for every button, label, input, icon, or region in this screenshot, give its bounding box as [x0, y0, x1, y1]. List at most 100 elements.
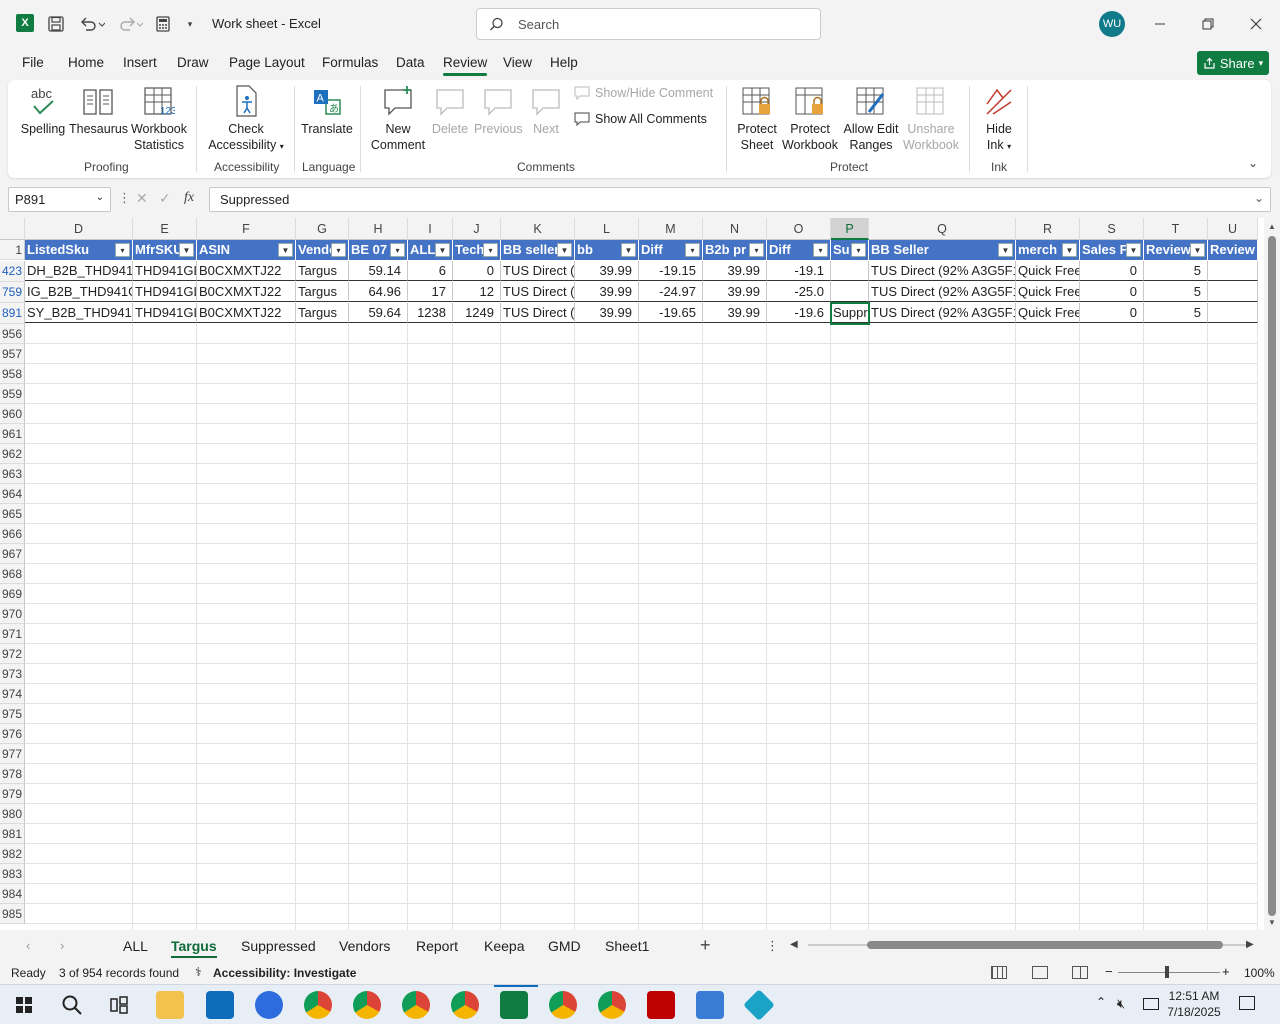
table-cell[interactable]: Quick Free — [1016, 261, 1080, 281]
table-cell[interactable]: 12 — [453, 282, 501, 302]
zoom-app-icon[interactable] — [255, 991, 283, 1019]
table-cell[interactable]: TUS Direct (92% A3G5F1 — [869, 261, 1016, 281]
worksheet-grid[interactable]: D E F G H I J K L M N O P Q R S T U 1 ListedSku ▾ MfrSKU ▼ ASIN… — [0, 218, 1264, 930]
windows-start-icon[interactable] — [16, 997, 32, 1013]
row-header-759[interactable]: 759 — [0, 282, 25, 303]
volume-muted-icon[interactable]: 🔇︎ — [1117, 996, 1125, 1012]
column-header-o[interactable]: O — [767, 218, 831, 240]
row-header-969[interactable]: 969 — [0, 584, 25, 604]
column-header-g[interactable]: G — [296, 218, 349, 240]
add-sheet-icon[interactable]: + — [700, 935, 711, 956]
more-sheets-icon[interactable]: ⋮ — [766, 938, 779, 954]
row-header-957[interactable]: 957 — [0, 344, 25, 364]
table-header-cell[interactable]: Vendor ▾ — [296, 240, 349, 260]
table-cell[interactable]: 1238 — [408, 303, 453, 323]
column-header-j[interactable]: J — [453, 218, 501, 240]
menu-help[interactable]: Help — [550, 55, 578, 70]
menu-draw[interactable]: Draw — [177, 55, 209, 70]
table-header-cell[interactable]: Su ▾ — [831, 240, 869, 260]
scroll-left-icon[interactable]: ◀ — [790, 939, 798, 950]
filter-applied-icon[interactable]: ▼ — [435, 243, 450, 257]
name-box[interactable]: P891 ⌄ — [8, 187, 111, 212]
save-icon[interactable] — [46, 14, 66, 34]
table-cell[interactable]: Targus — [296, 261, 349, 281]
protect-sheet-button[interactable]: Protect Sheet — [732, 84, 782, 153]
row-header-979[interactable]: 979 — [0, 784, 25, 804]
notifications-icon[interactable] — [1239, 996, 1255, 1010]
filter-dropdown-icon[interactable]: ▾ — [813, 243, 828, 257]
formula-input[interactable]: Suppressed ⌄ — [209, 187, 1271, 212]
table-cell[interactable]: 39.99 — [575, 303, 639, 323]
chrome-icon[interactable] — [451, 991, 479, 1019]
table-header-cell[interactable]: Diff ▾ — [767, 240, 831, 260]
restore-icon[interactable] — [1196, 12, 1220, 36]
filezilla-icon[interactable] — [647, 991, 675, 1019]
table-cell[interactable] — [831, 282, 869, 302]
column-header-u[interactable]: U — [1208, 218, 1258, 240]
column-header-q[interactable]: Q — [869, 218, 1016, 240]
menu-file[interactable]: File — [22, 55, 44, 70]
clock[interactable]: 12:51 AM 7/18/2025 — [1166, 988, 1222, 1020]
undo-icon[interactable] — [76, 14, 108, 34]
search-box[interactable]: Search — [476, 8, 821, 40]
chrome-icon[interactable] — [304, 991, 332, 1019]
table-cell[interactable]: 39.99 — [575, 282, 639, 302]
expand-formula-icon[interactable]: ⌄ — [1254, 191, 1264, 205]
table-cell[interactable]: -19.6 — [767, 303, 831, 323]
allow-edit-ranges-button[interactable]: Allow Edit Ranges — [840, 84, 902, 153]
column-header-p[interactable]: P — [831, 218, 869, 240]
column-header-l[interactable]: L — [575, 218, 639, 240]
table-header-cell[interactable]: ASIN ▼ — [197, 240, 296, 260]
table-cell[interactable]: B0CXMXTJ22 — [197, 261, 296, 281]
zoom-slider-track[interactable] — [1118, 972, 1220, 973]
thesaurus-button[interactable]: Thesaurus — [69, 84, 128, 137]
scroll-down-icon[interactable]: ▼ — [1268, 918, 1276, 927]
outlook-icon[interactable] — [206, 991, 234, 1019]
excel-taskbar-icon[interactable] — [500, 991, 528, 1019]
table-cell[interactable]: 5 — [1144, 303, 1208, 323]
table-cell[interactable]: THD941GL — [133, 261, 197, 281]
cancel-icon[interactable]: ✕ — [136, 190, 148, 207]
network-icon[interactable] — [1143, 998, 1159, 1010]
filter-dropdown-icon[interactable]: ▾ — [483, 243, 498, 257]
chrome-icon[interactable] — [549, 991, 577, 1019]
unshare-workbook-button[interactable]: Unshare Workbook — [900, 84, 962, 153]
select-all-corner[interactable] — [0, 218, 25, 240]
table-cell[interactable]: 39.99 — [575, 261, 639, 281]
table-cell[interactable]: 59.64 — [349, 303, 408, 323]
filter-dropdown-icon[interactable]: ▾ — [390, 243, 405, 257]
prev-sheet-icon[interactable]: ‹ — [26, 938, 30, 953]
filter-dropdown-icon[interactable]: ▾ — [851, 243, 866, 257]
row-header-971[interactable]: 971 — [0, 624, 25, 644]
insert-function-button[interactable]: fx — [184, 190, 194, 206]
table-cell[interactable]: TUS Direct ( — [501, 261, 575, 281]
row-header-978[interactable]: 978 — [0, 764, 25, 784]
spelling-button[interactable]: abc Spelling — [18, 84, 68, 137]
table-header-cell[interactable]: merch ▼ — [1016, 240, 1080, 260]
redo-icon[interactable] — [114, 14, 146, 34]
check-accessibility-button[interactable]: Check Accessibility ▾ — [202, 84, 290, 155]
column-header-h[interactable]: H — [349, 218, 408, 240]
filter-applied-icon[interactable]: ▼ — [1126, 243, 1141, 257]
table-header-cell[interactable]: ALL ▼ — [408, 240, 453, 260]
sheet-tab-vendors[interactable]: Vendors — [339, 938, 390, 954]
table-cell[interactable]: 0 — [453, 261, 501, 281]
calculator-icon[interactable] — [154, 14, 172, 34]
table-cell[interactable]: -19.15 — [639, 261, 703, 281]
scroll-right-icon[interactable]: ▶ — [1246, 939, 1254, 950]
table-cell[interactable]: Quick Free — [1016, 303, 1080, 323]
minimize-icon[interactable] — [1148, 12, 1172, 36]
tray-chevron-icon[interactable]: ⌃ — [1096, 995, 1106, 1009]
table-cell[interactable]: THD941GL — [133, 303, 197, 323]
table-header-cell[interactable]: Diff ▾ — [639, 240, 703, 260]
column-header-d[interactable]: D — [25, 218, 133, 240]
row-header-959[interactable]: 959 — [0, 384, 25, 404]
menu-home[interactable]: Home — [68, 55, 104, 70]
filter-applied-icon[interactable]: ▼ — [621, 243, 636, 257]
zoom-slider-thumb[interactable] — [1165, 966, 1169, 978]
customize-qat-icon[interactable]: ▾ — [184, 14, 196, 34]
table-cell[interactable]: 0 — [1080, 303, 1144, 323]
show-hide-comment-button[interactable]: Show/Hide Comment — [574, 86, 713, 100]
filter-applied-icon[interactable]: ▼ — [278, 243, 293, 257]
menu-page-layout[interactable]: Page Layout — [229, 55, 305, 70]
